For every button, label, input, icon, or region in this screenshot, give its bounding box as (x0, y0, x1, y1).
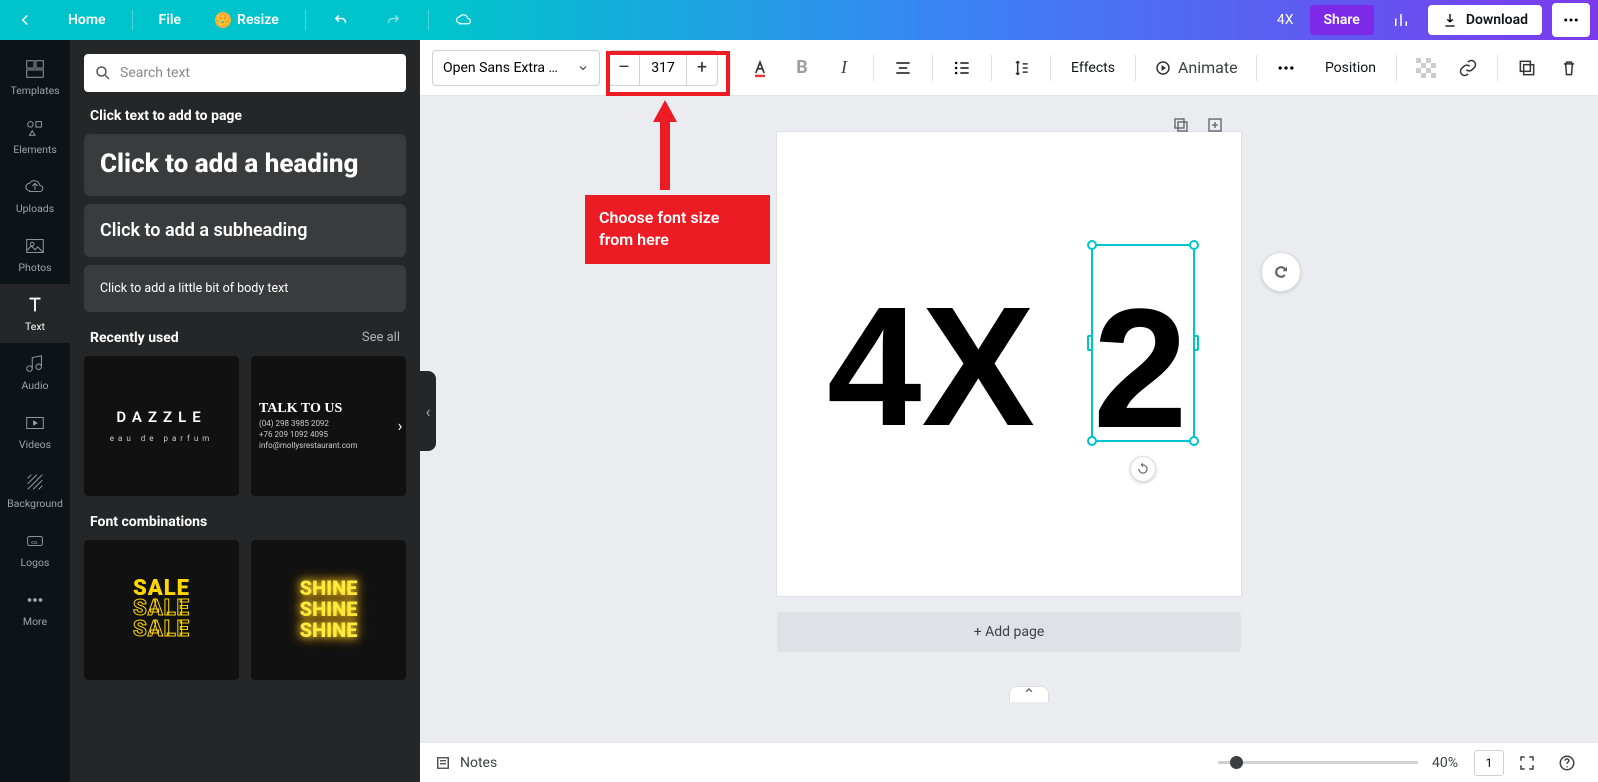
alignment-button[interactable] (886, 51, 920, 85)
crown-icon: 👑 (215, 12, 231, 28)
annotation-callout: Choose font size from here (585, 195, 770, 264)
recent-thumb-dazzle[interactable]: DAZZLE eau de parfum (84, 356, 239, 496)
text-panel: Click text to add to page Click to add a… (70, 40, 420, 782)
fullscreen-button[interactable] (1510, 746, 1544, 780)
zoom-slider[interactable] (1218, 761, 1418, 764)
text-color-button[interactable] (743, 51, 777, 85)
search-input[interactable] (120, 65, 396, 81)
effects-button[interactable]: Effects (1063, 60, 1123, 76)
resize-handle-tl[interactable] (1087, 240, 1097, 250)
insights-button[interactable] (1384, 7, 1418, 33)
font-size-decrease[interactable]: – (609, 51, 639, 85)
undo-button[interactable] (324, 7, 358, 33)
zoom-label[interactable]: 40% (1432, 755, 1458, 771)
font-size-input[interactable] (639, 51, 687, 85)
resize-handle-bl[interactable] (1087, 436, 1097, 446)
click-text-label: Click text to add to page (90, 108, 406, 124)
list-button[interactable] (945, 51, 979, 85)
rail-logos[interactable]: co.Logos (0, 520, 70, 579)
position-button[interactable]: Position (1317, 60, 1384, 76)
download-button[interactable]: Download (1428, 5, 1542, 35)
resize-handle-br[interactable] (1189, 436, 1199, 446)
delete-button[interactable] (1552, 51, 1586, 85)
recently-used-title: Recently used (90, 330, 179, 346)
selected-text-element[interactable]: 2 (1091, 244, 1195, 442)
add-subheading-card[interactable]: Click to add a subheading (84, 204, 406, 257)
zoom-thumb[interactable] (1230, 756, 1243, 769)
resize-handle-mr[interactable] (1193, 335, 1199, 351)
transparency-button[interactable] (1409, 51, 1443, 85)
rail-more[interactable]: More (0, 579, 70, 638)
chevron-down-icon (577, 62, 589, 74)
rail-videos[interactable]: Videos (0, 402, 70, 461)
expand-pages-tab[interactable]: ⌃ (1009, 686, 1049, 702)
rail-text[interactable]: Text (0, 284, 70, 343)
rail-uploads[interactable]: Uploads (0, 166, 70, 225)
notes-icon (434, 754, 452, 772)
rail-audio[interactable]: Audio (0, 343, 70, 402)
cloud-sync-icon[interactable] (447, 7, 481, 33)
animate-icon (1154, 59, 1172, 77)
font-size-increase[interactable]: + (687, 51, 717, 85)
next-thumbs-button[interactable]: › (388, 414, 412, 438)
font-family-select[interactable]: Open Sans Extra … (432, 50, 600, 86)
help-button[interactable] (1550, 746, 1584, 780)
rail-templates[interactable]: Templates (0, 48, 70, 107)
text-element-2[interactable]: 2 (1093, 284, 1188, 454)
page-count-button[interactable]: 1 (1474, 750, 1504, 776)
left-rail: Templates Elements Uploads Photos Text A… (0, 40, 70, 782)
redo-button[interactable] (376, 7, 410, 33)
share-button[interactable]: Share (1310, 5, 1374, 35)
home-button[interactable]: Home (60, 8, 114, 32)
notes-button[interactable]: Notes (434, 754, 497, 772)
context-toolbar: Open Sans Extra … – + B I Effects Animat… (420, 40, 1598, 96)
app-header: Home File 👑Resize 4X Share Download (0, 0, 1598, 40)
document-title[interactable]: 4X (1277, 12, 1294, 28)
bottom-bar: Notes 40% 1 (420, 742, 1598, 782)
more-menu-button[interactable] (1552, 3, 1590, 37)
rail-elements[interactable]: Elements (0, 107, 70, 166)
spacing-button[interactable] (1004, 51, 1038, 85)
add-body-card[interactable]: Click to add a little bit of body text (84, 265, 406, 312)
resize-handle-ml[interactable] (1087, 335, 1093, 351)
duplicate-button[interactable] (1510, 51, 1544, 85)
collapse-panel-button[interactable]: ‹ (420, 371, 436, 451)
italic-button[interactable]: I (827, 51, 861, 85)
canvas-area[interactable]: 4X 2 + Add page ⌃ (420, 96, 1598, 742)
regenerate-button[interactable] (1261, 252, 1301, 292)
bold-button[interactable]: B (785, 51, 819, 85)
rail-background[interactable]: Background (0, 461, 70, 520)
resize-button[interactable]: 👑Resize (207, 8, 287, 32)
back-button[interactable] (8, 7, 42, 33)
see-all-link[interactable]: See all (362, 330, 400, 345)
file-menu[interactable]: File (151, 8, 190, 32)
rail-photos[interactable]: Photos (0, 225, 70, 284)
resize-handle-tr[interactable] (1189, 240, 1199, 250)
combo-thumb-sale[interactable]: SALE SALE SALE (84, 540, 239, 680)
rotate-handle[interactable] (1130, 456, 1156, 482)
search-icon (94, 64, 112, 82)
add-heading-card[interactable]: Click to add a heading (84, 134, 406, 196)
add-page-button[interactable]: + Add page (777, 612, 1241, 652)
font-size-group: – + (608, 50, 718, 86)
font-combinations-title: Font combinations (90, 514, 207, 530)
search-box[interactable] (84, 54, 406, 92)
download-icon (1442, 12, 1458, 28)
link-button[interactable] (1451, 51, 1485, 85)
text-element-4x[interactable]: 4X (827, 282, 1035, 452)
more-options-button[interactable] (1269, 51, 1303, 85)
recent-thumb-talk[interactable]: TALK TO US (04) 298 3985 2092 +76 209 10… (251, 356, 406, 496)
canvas-page[interactable]: 4X 2 (777, 132, 1241, 596)
combo-thumb-shine[interactable]: SHINE SHINE SHINE (251, 540, 406, 680)
svg-text:co.: co. (31, 540, 38, 546)
animate-button[interactable]: Animate (1148, 51, 1244, 85)
